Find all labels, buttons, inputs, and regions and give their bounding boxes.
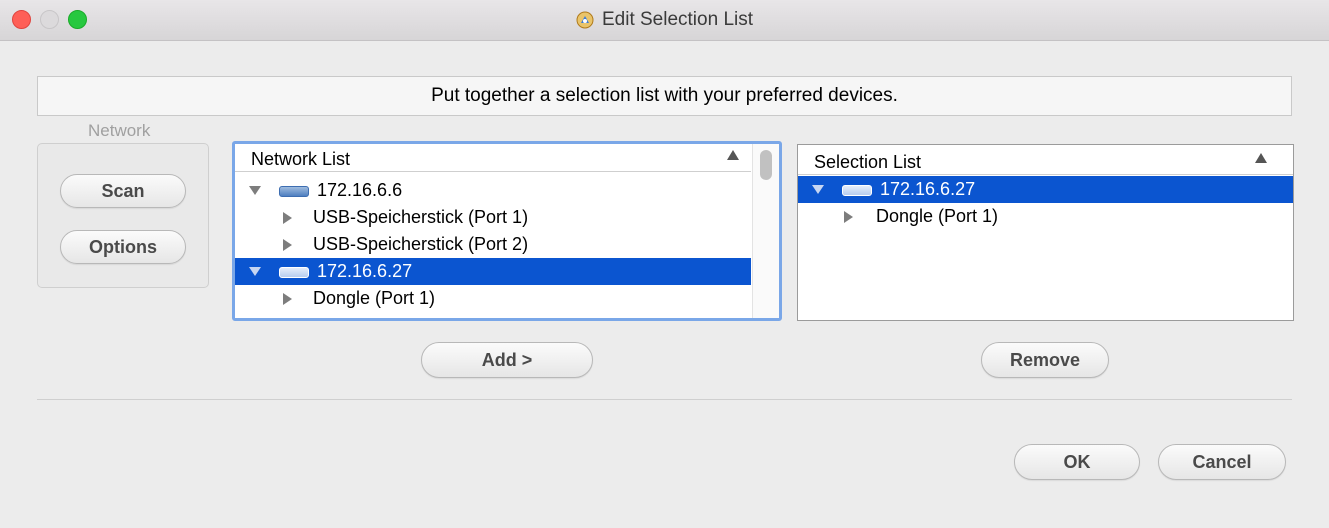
selection-list-header[interactable]: Selection List bbox=[798, 147, 1293, 175]
window-title: Edit Selection List bbox=[601, 9, 754, 30]
disclosure-collapsed-icon[interactable] bbox=[844, 211, 853, 223]
network-group-box: Scan Options bbox=[37, 143, 209, 288]
list-item-label: 172.16.6.27 bbox=[317, 261, 413, 281]
add-button-label: Add > bbox=[481, 349, 533, 370]
network-list-scrollbar[interactable] bbox=[752, 144, 779, 318]
disclosure-collapsed-icon[interactable] bbox=[283, 212, 292, 224]
network-list-header-label: Network List bbox=[251, 149, 351, 169]
list-item-label: 172.16.6.27 bbox=[880, 179, 976, 199]
options-button-label: Options bbox=[89, 236, 157, 257]
selection-list[interactable]: Selection List 172.16.6.27 Dongle (Port … bbox=[797, 144, 1294, 321]
list-item[interactable]: USB-Speicherstick (Port 2) bbox=[235, 231, 751, 258]
cancel-button-label: Cancel bbox=[1192, 451, 1252, 472]
list-item[interactable]: USB-Speicherstick (Port 1) bbox=[235, 204, 751, 231]
remove-button[interactable]: Remove bbox=[981, 342, 1109, 378]
list-item-selected[interactable]: 172.16.6.27 bbox=[798, 176, 1293, 203]
list-item-label: 172.16.6.6 bbox=[317, 180, 403, 200]
list-item[interactable]: Dongle (Port 1) bbox=[235, 285, 751, 312]
list-item[interactable]: 172.16.6.6 bbox=[235, 177, 751, 204]
scan-button[interactable]: Scan bbox=[60, 174, 186, 208]
list-item-label: USB-Speicherstick (Port 2) bbox=[313, 234, 529, 254]
options-button[interactable]: Options bbox=[60, 230, 186, 264]
window-title-area: Edit Selection List bbox=[0, 0, 1329, 40]
scrollbar-thumb[interactable] bbox=[760, 150, 772, 180]
disclosure-expanded-icon[interactable] bbox=[249, 186, 261, 195]
instruction-text: Put together a selection list with your … bbox=[431, 85, 898, 106]
network-device-icon bbox=[842, 185, 872, 196]
scan-button-label: Scan bbox=[101, 180, 145, 201]
add-button[interactable]: Add > bbox=[421, 342, 593, 378]
title-bar: Edit Selection List bbox=[0, 0, 1329, 41]
network-device-icon bbox=[279, 267, 309, 278]
list-item[interactable]: Dongle (Port 1) bbox=[798, 203, 1293, 230]
remove-button-label: Remove bbox=[1009, 349, 1081, 370]
list-item-label: Dongle (Port 1) bbox=[876, 206, 999, 226]
disclosure-expanded-icon[interactable] bbox=[812, 185, 824, 194]
cancel-button[interactable]: Cancel bbox=[1158, 444, 1286, 480]
list-item-label: Dongle (Port 1) bbox=[313, 288, 436, 308]
network-group-label: Network bbox=[88, 121, 151, 140]
ok-button[interactable]: OK bbox=[1014, 444, 1140, 480]
ok-button-label: OK bbox=[1063, 451, 1091, 472]
list-item-selected[interactable]: 172.16.6.27 bbox=[235, 258, 751, 285]
network-device-icon bbox=[279, 186, 309, 197]
list-item-label: USB-Speicherstick (Port 1) bbox=[313, 207, 529, 227]
instruction-banner: Put together a selection list with your … bbox=[37, 76, 1292, 116]
sort-ascending-icon bbox=[1255, 153, 1267, 163]
disclosure-expanded-icon[interactable] bbox=[249, 267, 261, 276]
disclosure-collapsed-icon[interactable] bbox=[283, 293, 292, 305]
sort-ascending-icon bbox=[727, 150, 739, 160]
network-list[interactable]: Network List 172.16.6.6 USB-Speicherstic… bbox=[232, 141, 782, 321]
disclosure-collapsed-icon[interactable] bbox=[283, 239, 292, 251]
network-list-header[interactable]: Network List bbox=[235, 144, 751, 172]
separator bbox=[37, 399, 1292, 400]
app-icon bbox=[576, 11, 594, 29]
selection-list-header-label: Selection List bbox=[814, 152, 922, 172]
